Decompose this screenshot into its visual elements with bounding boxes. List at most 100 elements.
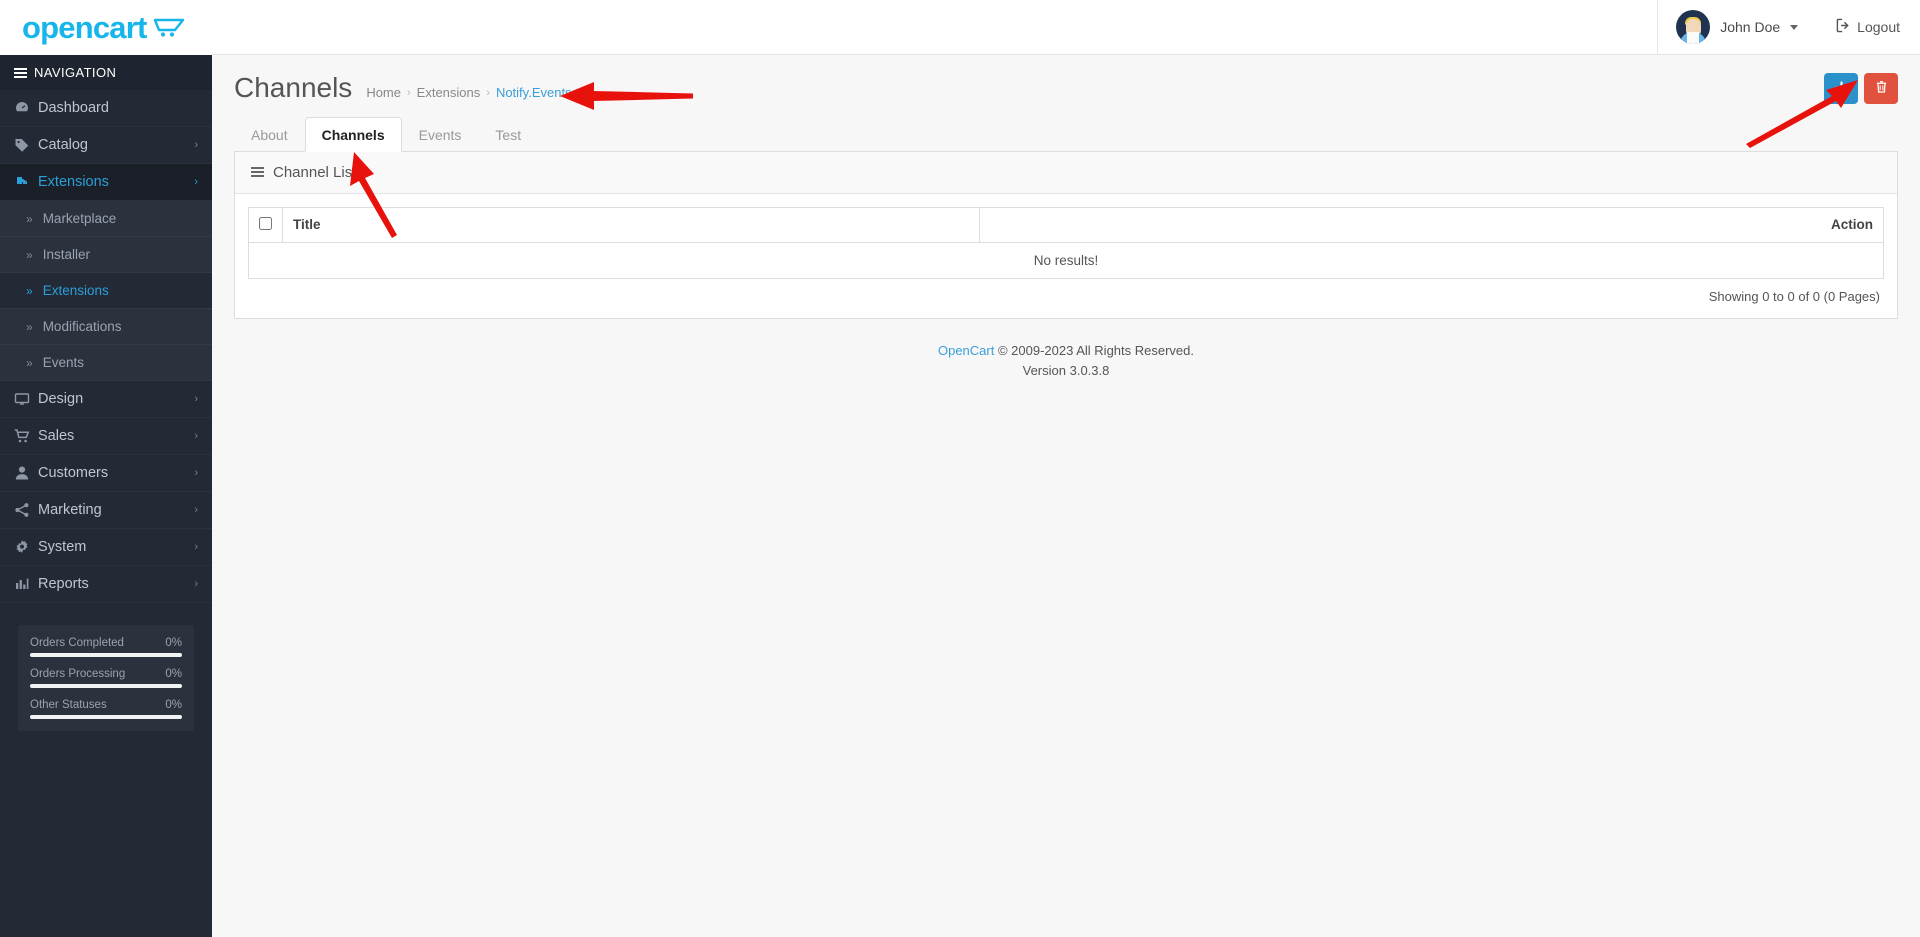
pagination-summary: Showing 0 to 0 of 0 (0 Pages) xyxy=(1708,288,1880,304)
page-actions xyxy=(1824,71,1898,104)
footer: OpenCart © 2009-2023 All Rights Reserved… xyxy=(234,319,1898,383)
empty-message: No results! xyxy=(248,242,1884,279)
chart-bar-icon xyxy=(14,576,38,592)
breadcrumb-item-notify-events[interactable]: Notify.Events xyxy=(496,85,572,100)
page-title: Channels xyxy=(234,72,353,103)
select-all-checkbox[interactable] xyxy=(259,216,272,230)
sign-out-icon xyxy=(1836,18,1851,36)
table-row-empty: No results! xyxy=(248,242,1884,279)
avatar xyxy=(1676,10,1711,44)
sidebar-subitem-label: Marketplace xyxy=(42,211,117,226)
cart-icon xyxy=(14,428,38,444)
chevron-down-icon xyxy=(1790,24,1799,30)
main-area: John Doe Logout Channels Home › Extensio… xyxy=(212,0,1920,937)
tab-events[interactable]: Events xyxy=(402,117,479,152)
chevron-right-icon: › xyxy=(194,139,198,151)
sidebar-item-label: Catalog xyxy=(38,137,88,153)
user-icon xyxy=(14,465,38,481)
sidebar-item-design[interactable]: Design › xyxy=(0,381,212,418)
stat-label: Orders Processing xyxy=(30,668,126,680)
chevron-double-right-icon: » xyxy=(26,355,33,370)
page-content: About Channels Events Test Channel List xyxy=(212,105,1920,383)
sidebar-item-label: Reports xyxy=(38,576,89,592)
footer-opencart-link[interactable]: OpenCart xyxy=(938,343,994,358)
list-icon xyxy=(251,167,264,178)
navigation-header: NAVIGATION xyxy=(0,55,212,90)
stat-orders-processing: Orders Processing 0% xyxy=(30,668,182,688)
user-menu[interactable]: John Doe xyxy=(1657,0,1816,55)
sidebar-item-marketing[interactable]: Marketing › xyxy=(0,492,212,529)
sidebar-item-dashboard[interactable]: Dashboard xyxy=(0,90,212,127)
sidebar-subitem-events[interactable]: » Events xyxy=(0,345,212,381)
sidebar-item-system[interactable]: System › xyxy=(0,529,212,566)
sidebar-subitem-installer[interactable]: » Installer xyxy=(0,237,212,273)
logout-label: Logout xyxy=(1857,19,1900,35)
tab-about[interactable]: About xyxy=(234,117,305,152)
stat-progress-bar xyxy=(30,684,182,688)
trash-icon xyxy=(1875,80,1888,97)
sidebar-subitem-modifications[interactable]: » Modifications xyxy=(0,309,212,345)
breadcrumb-item-extensions[interactable]: Extensions xyxy=(417,85,481,100)
chevron-double-right-icon: » xyxy=(26,319,33,334)
channel-table: Title Action No results! xyxy=(248,206,1884,279)
stat-label: Orders Completed xyxy=(30,637,124,649)
stat-other-statuses: Other Statuses 0% xyxy=(30,699,182,719)
chevron-right-icon: › xyxy=(194,393,198,405)
brand-name: opencart xyxy=(22,10,147,45)
table-header-row: Title Action xyxy=(248,207,1884,243)
dashboard-icon xyxy=(14,100,38,116)
add-channel-button[interactable] xyxy=(1824,73,1858,104)
sidebar-item-label: Extensions xyxy=(38,174,109,190)
opencart-admin-page: opencart NAVIGATION Dashboard Catalog › … xyxy=(0,0,1920,937)
stat-value: 0% xyxy=(165,637,182,649)
breadcrumb: Home › Extensions › Notify.Events xyxy=(366,79,571,100)
sidebar-item-reports[interactable]: Reports › xyxy=(0,566,212,603)
sidebar-item-customers[interactable]: Customers › xyxy=(0,455,212,492)
sidebar-subitem-label: Events xyxy=(42,355,84,370)
sidebar-item-label: Sales xyxy=(38,428,75,444)
tag-icon xyxy=(14,137,38,153)
delete-channel-button[interactable] xyxy=(1864,73,1898,104)
sidebar-subitem-extensions[interactable]: » Extensions xyxy=(0,273,212,309)
stat-progress-bar xyxy=(30,715,182,719)
breadcrumb-separator: › xyxy=(407,86,411,99)
stat-orders-completed: Orders Completed 0% xyxy=(30,637,182,657)
footer-copyright: © 2009-2023 All Rights Reserved. xyxy=(997,342,1195,358)
sidebar-item-sales[interactable]: Sales › xyxy=(0,418,212,455)
sidebar-subitem-label: Installer xyxy=(42,247,90,262)
page-header: Channels Home › Extensions › Notify.Even… xyxy=(212,55,1920,105)
sidebar-item-extensions[interactable]: Extensions › xyxy=(0,164,212,201)
sidebar-item-label: Design xyxy=(38,391,84,407)
sidebar-subitem-label: Extensions xyxy=(42,283,109,298)
user-name: John Doe xyxy=(1720,19,1781,35)
chevron-right-icon: › xyxy=(194,578,198,590)
stat-label: Other Statuses xyxy=(30,699,107,711)
tab-channels[interactable]: Channels xyxy=(304,116,402,152)
sidebar-item-label: System xyxy=(38,539,87,555)
chevron-right-icon: › xyxy=(194,467,198,479)
sidebar-subitem-label: Modifications xyxy=(42,319,122,334)
sidebar-subitem-marketplace[interactable]: » Marketplace xyxy=(0,201,212,237)
gear-icon xyxy=(14,539,38,555)
tab-test[interactable]: Test xyxy=(478,117,538,152)
extensions-submenu: » Marketplace » Installer » Extensions »… xyxy=(0,201,212,381)
navigation-header-label: NAVIGATION xyxy=(34,65,117,80)
chevron-right-icon: › xyxy=(194,504,198,516)
desktop-icon xyxy=(14,391,38,407)
sidebar-item-label: Marketing xyxy=(38,502,102,518)
top-bar: John Doe Logout xyxy=(212,0,1920,55)
column-title: Title xyxy=(282,207,980,243)
chevron-double-right-icon: » xyxy=(26,283,33,298)
stat-value: 0% xyxy=(165,699,182,711)
tab-bar: About Channels Events Test xyxy=(234,116,1898,152)
brand-logo[interactable]: opencart xyxy=(0,0,212,55)
panel-heading: Channel List xyxy=(235,151,1897,194)
column-action: Action xyxy=(979,207,1884,243)
panel-heading-label: Channel List xyxy=(273,163,357,181)
plus-icon xyxy=(1834,80,1848,97)
chevron-right-icon: › xyxy=(194,176,198,188)
logout-button[interactable]: Logout xyxy=(1816,18,1900,36)
shopping-cart-icon xyxy=(153,17,187,42)
breadcrumb-item-home[interactable]: Home xyxy=(366,85,401,100)
sidebar-item-catalog[interactable]: Catalog › xyxy=(0,127,212,164)
